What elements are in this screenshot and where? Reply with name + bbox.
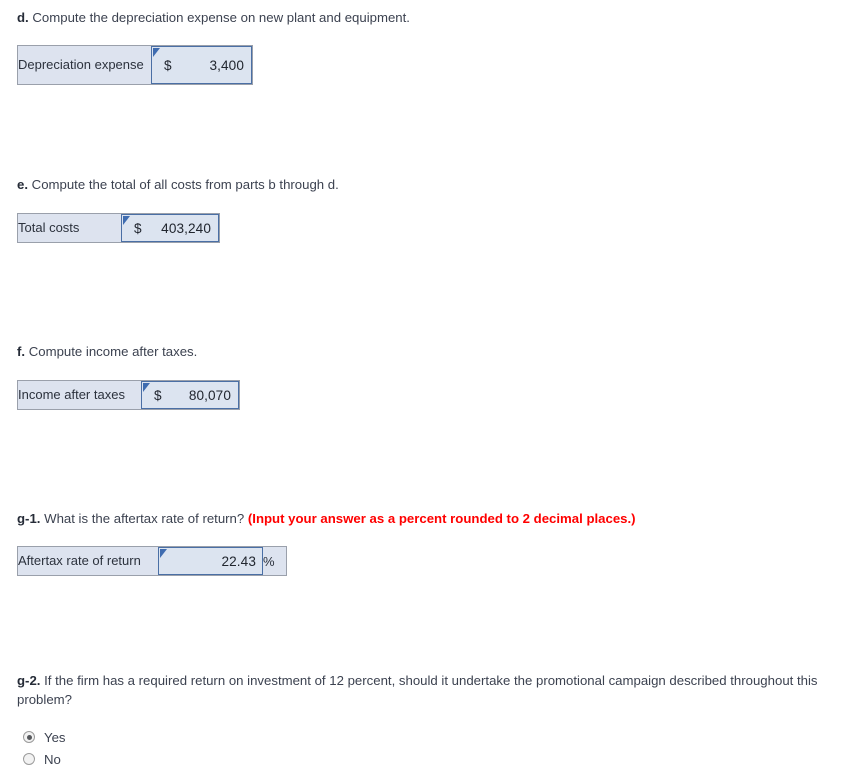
flag-marker-icon <box>123 216 130 225</box>
currency-symbol: $ <box>164 57 172 73</box>
unit-suffix-percent: % <box>263 546 287 576</box>
question-f-text: Compute income after taxes. <box>25 344 198 359</box>
question-e-label: e. <box>17 177 28 192</box>
row-label-income-after-taxes: Income after taxes <box>17 380 141 410</box>
answer-cell-aftertax-rate-of-return: 22.43 <box>158 547 263 576</box>
flag-marker-icon <box>143 383 150 392</box>
radio-option-yes[interactable]: Yes <box>23 727 66 747</box>
question-f: f. Compute income after taxes. <box>17 343 837 362</box>
answer-value-aftertax-rate-of-return: 22.43 <box>221 553 256 569</box>
question-g2-label: g-2. <box>17 673 41 688</box>
answer-cell-income-after-taxes: $ 80,070 <box>141 381 240 410</box>
radio-label-no: No <box>44 751 61 767</box>
answer-table-g1: Aftertax rate of return 22.43 % <box>17 546 287 576</box>
flag-marker-icon <box>153 48 160 57</box>
radio-option-no[interactable]: No <box>23 749 66 769</box>
radio-icon-no[interactable] <box>23 753 35 765</box>
radio-icon-yes[interactable] <box>23 731 35 743</box>
answer-value-income-after-taxes: 80,070 <box>188 387 231 403</box>
question-g2: g-2. If the firm has a required return o… <box>17 672 845 709</box>
answer-cell-total-costs: $ 403,240 <box>121 214 220 243</box>
question-d: d. Compute the depreciation expense on n… <box>17 9 837 28</box>
radio-label-yes: Yes <box>44 729 66 745</box>
table-row: Depreciation expense $ 3,400 <box>17 45 253 85</box>
answer-value-depreciation-expense: 3,400 <box>209 57 244 73</box>
answer-table-d: Depreciation expense $ 3,400 <box>17 45 253 85</box>
table-row: Total costs $ 403,240 <box>17 213 220 243</box>
question-d-text: Compute the depreciation expense on new … <box>28 10 410 25</box>
answer-value-total-costs: 403,240 <box>161 220 211 236</box>
radio-group-g2: Yes No <box>23 727 66 771</box>
answer-table-f: Income after taxes $ 80,070 <box>17 380 240 410</box>
answer-input-total-costs[interactable]: $ 403,240 <box>121 214 219 242</box>
table-row: Income after taxes $ 80,070 <box>17 380 240 410</box>
row-label-total-costs: Total costs <box>17 213 121 243</box>
answer-cell-depreciation-expense: $ 3,400 <box>151 46 253 85</box>
answer-input-aftertax-rate-of-return[interactable]: 22.43 <box>158 547 263 575</box>
question-g1-text: What is the aftertax rate of return? <box>40 511 248 526</box>
table-row: Aftertax rate of return 22.43 % <box>17 546 287 576</box>
question-g1-hint: (Input your answer as a percent rounded … <box>247 511 636 526</box>
question-d-label: d. <box>17 10 29 25</box>
answer-input-depreciation-expense[interactable]: $ 3,400 <box>151 46 252 84</box>
row-label-aftertax-rate-of-return: Aftertax rate of return <box>17 546 158 576</box>
question-g2-text: If the firm has a required return on inv… <box>17 673 818 707</box>
flag-marker-icon <box>160 549 167 558</box>
answer-table-e: Total costs $ 403,240 <box>17 213 220 243</box>
question-e: e. Compute the total of all costs from p… <box>17 176 837 195</box>
question-f-label: f. <box>17 344 26 359</box>
answer-input-income-after-taxes[interactable]: $ 80,070 <box>141 381 239 409</box>
row-label-depreciation-expense: Depreciation expense <box>17 45 151 85</box>
question-g1-label: g-1. <box>17 511 41 526</box>
question-g1: g-1. What is the aftertax rate of return… <box>17 510 837 529</box>
question-e-text: Compute the total of all costs from part… <box>28 177 339 192</box>
